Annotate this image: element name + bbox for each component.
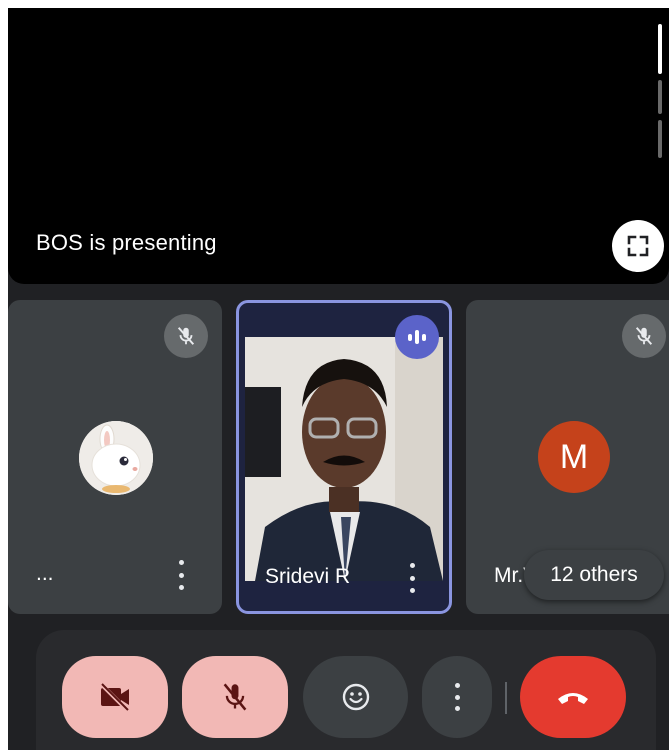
more-options-icon <box>452 683 462 711</box>
audio-level-icon <box>408 333 412 341</box>
avatar: M <box>538 421 610 493</box>
scroll-indicator <box>658 120 662 158</box>
avatar-letter: M <box>559 437 589 476</box>
more-options-icon <box>178 560 184 565</box>
mic-off-icon <box>177 327 195 345</box>
mic-toggle-button[interactable] <box>182 656 288 738</box>
mic-off-icon <box>223 683 247 711</box>
participant-tile[interactable]: ... <box>8 300 222 614</box>
rabbit-avatar-icon <box>79 421 153 495</box>
participant-tile-speaking[interactable]: Sridevi R <box>236 300 452 614</box>
frame-edge <box>0 0 8 750</box>
camera-toggle-button[interactable] <box>62 656 168 738</box>
participant-menu-button[interactable] <box>176 560 186 590</box>
participant-name: ... <box>36 562 54 585</box>
more-options-icon <box>409 563 415 568</box>
controls-divider <box>505 682 507 714</box>
participant-menu-button[interactable] <box>407 563 417 593</box>
speaking-indicator <box>395 315 439 359</box>
end-call-icon <box>558 693 588 704</box>
scroll-indicator[interactable] <box>658 24 662 74</box>
scroll-indicator <box>658 80 662 114</box>
fullscreen-icon <box>627 235 649 257</box>
fullscreen-button[interactable] <box>612 220 664 272</box>
others-count-button[interactable]: 12 others <box>524 550 664 600</box>
others-label: 12 others <box>550 563 638 586</box>
reactions-button[interactable] <box>303 656 408 738</box>
mic-off-badge <box>164 314 208 358</box>
presentation-stage[interactable]: BOS is presenting <box>8 8 669 284</box>
end-call-button[interactable] <box>520 656 626 738</box>
camera-off-icon <box>99 682 129 712</box>
presenting-label: BOS is presenting <box>36 230 217 255</box>
participant-video-image <box>245 337 443 581</box>
mic-off-icon <box>635 327 653 345</box>
more-options-button[interactable] <box>422 656 492 738</box>
participant-name: Sridevi R <box>265 565 351 588</box>
video-feed <box>245 337 443 581</box>
avatar <box>79 421 153 495</box>
mic-off-badge <box>622 314 666 358</box>
frame-edge-top <box>0 0 669 8</box>
emoji-icon <box>342 683 369 711</box>
